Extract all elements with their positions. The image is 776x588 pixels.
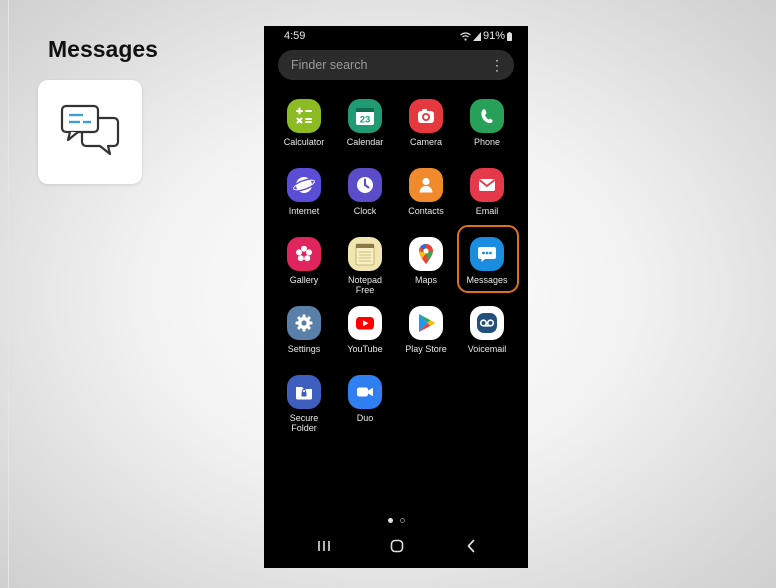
app-label: Voicemail [467,344,507,354]
page-indicator [264,518,528,523]
app-label: Secure Folder [289,413,319,433]
notepad-icon [348,237,382,271]
app-label: Duo [356,413,374,423]
app-calculator[interactable]: Calculator [274,99,334,147]
status-time: 4:59 [284,30,306,42]
back-icon[interactable] [456,534,486,558]
internet-icon [287,168,321,202]
gallery-icon [287,237,321,271]
app-label: YouTube [347,344,383,354]
clock-icon [348,168,382,202]
app-internet[interactable]: Internet [274,168,334,216]
phone-screen: 4:59 91% Finder search ⋮ Calculator 23 C… [264,26,528,568]
app-label: Internet [288,206,320,216]
battery-icon [507,31,512,41]
app-label: Calculator [283,137,325,147]
app-label: Play Store [405,344,447,354]
contacts-icon [409,168,443,202]
navigation-bar [264,524,528,568]
messages-highlight-box [457,225,519,293]
secure-folder-icon [287,375,321,409]
recent-apps-icon[interactable] [309,534,339,558]
app-label: Calendar [346,137,384,147]
app-play-store[interactable]: Play Store [396,306,456,354]
email-icon [470,168,504,202]
app-label: Notepad Free [347,275,383,295]
app-label: Gallery [289,275,319,285]
app-contacts[interactable]: Contacts [396,168,456,216]
search-placeholder: Finder search [291,58,368,72]
topic-card [38,80,142,184]
app-label: Contacts [408,206,444,216]
app-label: Settings [287,344,321,354]
app-maps[interactable]: Maps [396,237,456,285]
calculator-icon [287,99,321,133]
app-email[interactable]: Email [457,168,517,216]
play-store-icon [409,306,443,340]
slide-title: Messages [48,36,158,62]
page-dot-inactive[interactable] [399,518,405,523]
app-secure-folder[interactable]: Secure Folder [274,375,334,433]
wifi-icon [460,31,471,41]
duo-icon [348,375,382,409]
voicemail-icon [470,306,504,340]
phone-icon [470,99,504,133]
calendar-date: 23 [360,115,371,126]
page-dot-active[interactable] [387,518,393,523]
chat-bubbles-icon [60,104,120,156]
maps-icon [409,237,443,271]
app-settings[interactable]: Settings [274,306,334,354]
app-label: Clock [353,206,377,216]
app-voicemail[interactable]: Voicemail [457,306,517,354]
app-label: Phone [473,137,501,147]
status-icons: 91% [460,30,512,42]
settings-icon [287,306,321,340]
app-label: Email [475,206,499,216]
app-label: Camera [409,137,442,147]
app-calendar[interactable]: 23 Calendar [335,99,395,147]
app-youtube[interactable]: YouTube [335,306,395,354]
status-bar: 4:59 91% [264,26,528,48]
more-vertical-icon[interactable]: ⋮ [490,55,504,75]
finder-search-bar[interactable]: Finder search ⋮ [278,50,514,80]
app-gallery[interactable]: Gallery [274,237,334,285]
app-notepad-free[interactable]: Notepad Free [335,237,395,295]
calendar-icon: 23 [348,99,382,133]
app-camera[interactable]: Camera [396,99,456,147]
signal-icon [472,31,481,41]
app-phone[interactable]: Phone [457,99,517,147]
app-label: Maps [414,275,437,285]
camera-icon [409,99,443,133]
youtube-icon [348,306,382,340]
battery-percent: 91% [482,30,505,42]
app-duo[interactable]: Duo [335,375,395,423]
home-icon[interactable] [382,534,412,558]
app-clock[interactable]: Clock [335,168,395,216]
